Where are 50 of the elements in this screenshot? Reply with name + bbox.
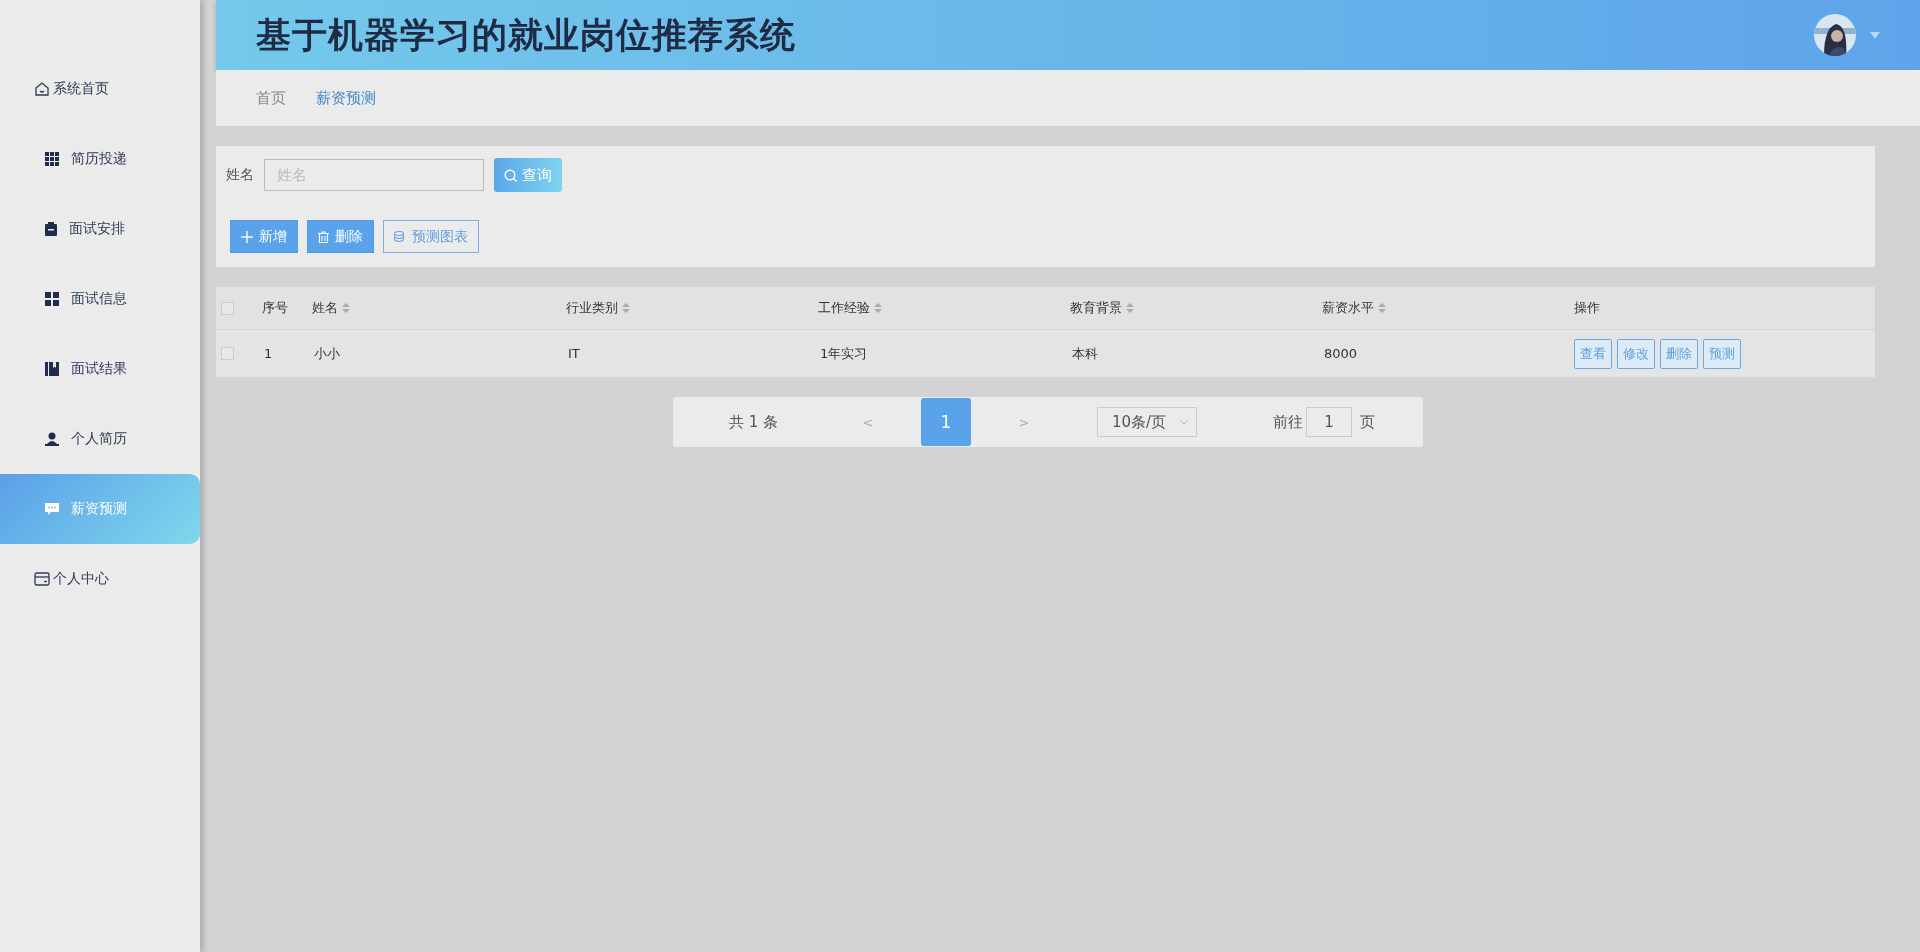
- sidebar-item[interactable]: 面试安排: [0, 194, 200, 264]
- grid-icon: [45, 152, 59, 166]
- sort-icon[interactable]: [1378, 302, 1386, 314]
- column-header[interactable]: 教育背景: [1068, 299, 1134, 317]
- sort-icon[interactable]: [342, 302, 350, 314]
- sidebar-item[interactable]: 个人简历: [0, 404, 200, 474]
- search-icon: [504, 168, 517, 182]
- goto-page-field[interactable]: 1: [1306, 407, 1352, 437]
- sort-icon[interactable]: [622, 302, 630, 314]
- clipboard-icon: [45, 222, 57, 236]
- table-cell: 1年实习: [820, 345, 868, 361]
- sidebar-item[interactable]: 简历投递: [0, 124, 200, 194]
- column-header[interactable]: 行业类别: [564, 299, 630, 317]
- column-header: 序号: [261, 299, 288, 317]
- total-count: 共 1 条: [729, 412, 780, 432]
- caret-icon[interactable]: [1870, 31, 1880, 39]
- sort-icon[interactable]: [874, 302, 882, 314]
- column-header[interactable]: 工作经验: [816, 299, 882, 317]
- goto-label: 前往: [1273, 412, 1303, 432]
- field-label: 姓名: [226, 166, 254, 184]
- sidebar-item[interactable]: 面试信息: [0, 264, 200, 334]
- table-cell: 8000: [1324, 346, 1358, 361]
- user-icon: [45, 432, 59, 446]
- book-icon: [45, 362, 59, 376]
- table-cell: 1: [264, 346, 273, 361]
- breadcrumb-link[interactable]: 薪资预测: [316, 88, 376, 108]
- table-cell: 小小: [314, 345, 340, 361]
- trash-icon: [318, 230, 329, 243]
- column-header[interactable]: 姓名: [310, 299, 350, 317]
- column-header[interactable]: 薪资水平: [1320, 299, 1386, 317]
- table-cell: 本科: [1072, 345, 1098, 361]
- table-cell: IT: [568, 346, 580, 361]
- database-icon: [394, 230, 406, 243]
- sidebar-item[interactable]: 面试结果: [0, 334, 200, 404]
- sidebar-item[interactable]: 系统首页: [0, 54, 200, 124]
- sidebar-item[interactable]: 个人中心: [0, 544, 200, 614]
- chat-icon: [45, 502, 59, 516]
- home-icon: [34, 81, 50, 97]
- page-size-select[interactable]: 10条/页: [1097, 407, 1197, 437]
- page-suffix: 页: [1360, 412, 1375, 432]
- plus-icon: [241, 230, 253, 243]
- column-header: 操作: [1573, 299, 1600, 317]
- breadcrumb-link[interactable]: 首页: [256, 88, 286, 108]
- chevron-icon: [1180, 419, 1188, 425]
- tiles-icon: [45, 292, 59, 306]
- row-checkbox[interactable]: [221, 347, 234, 360]
- sort-icon[interactable]: [1126, 302, 1134, 314]
- app-title: 基于机器学习的就业岗位推荐系统: [256, 13, 797, 57]
- select-all-checkbox[interactable]: [221, 301, 234, 315]
- wallet-icon: [34, 572, 50, 586]
